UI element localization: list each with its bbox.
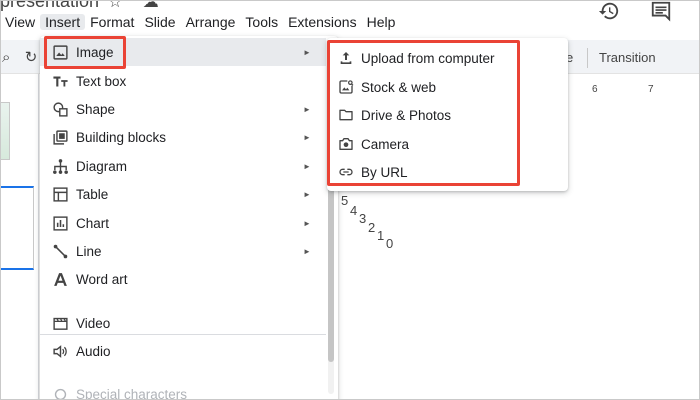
insert-menu: Image ► Text box Shape ► Building blocks… [40, 36, 338, 400]
text-box-icon [51, 72, 69, 90]
menu-tools[interactable]: Tools [240, 14, 283, 30]
menu-item-shape[interactable]: Shape ► [40, 95, 326, 123]
shape-icon [51, 100, 69, 118]
panel-divider [38, 74, 39, 400]
canvas-text: 5 [341, 193, 349, 208]
image-icon [51, 43, 69, 61]
chart-icon [51, 214, 69, 232]
menu-item-label: Line [76, 243, 102, 259]
document-title[interactable]: presentation [0, 0, 99, 12]
menu-item-line[interactable]: Line ► [40, 237, 326, 265]
title-icons: ☆ ☁ [108, 0, 175, 12]
menu-item-label: Special characters [76, 386, 188, 400]
diagram-icon [51, 157, 69, 175]
top-right-icons [598, 0, 672, 22]
star-icon[interactable]: ☆ [108, 0, 122, 11]
submenu-arrow-icon: ► [303, 132, 311, 142]
toolbar-separator [587, 48, 588, 68]
submenu-item-stock-web[interactable]: Stock & web [327, 73, 568, 101]
submenu-arrow-icon: ► [303, 161, 311, 171]
submenu-arrow-icon: ► [303, 104, 311, 114]
menu-item-table[interactable]: Table ► [40, 180, 326, 208]
menu-item-label: Diagram [76, 158, 128, 174]
submenu-arrow-icon: ► [303, 47, 311, 57]
submenu-item-by-url[interactable]: By URL [327, 158, 568, 186]
version-history-icon[interactable] [598, 0, 620, 22]
ruler-mark: 7 [648, 84, 654, 95]
menu-item-image[interactable]: Image ► [40, 38, 326, 66]
menu-arrange[interactable]: Arrange [181, 14, 241, 30]
menu-insert[interactable]: Insert [40, 14, 86, 30]
upload-icon [337, 49, 355, 67]
canvas-text: 3 [359, 211, 367, 226]
submenu-item-label: Drive & Photos [361, 107, 452, 123]
submenu-item-upload-from-computer[interactable]: Upload from computer [327, 44, 568, 72]
toolbar-left-icons: ⌕ ↻ [2, 48, 37, 66]
ruler-mark: 6 [592, 84, 598, 95]
menu-item-label: Text box [76, 73, 127, 89]
menu-item-video[interactable]: Video [40, 309, 326, 337]
menu-item-building-blocks[interactable]: Building blocks ► [40, 123, 326, 151]
table-icon [51, 185, 69, 203]
submenu-item-label: Stock & web [361, 79, 437, 95]
menu-format[interactable]: Format [85, 14, 139, 30]
submenu-item-drive-photos[interactable]: Drive & Photos [327, 101, 568, 129]
building-blocks-icon [51, 128, 69, 146]
menu-item-label: Chart [76, 215, 110, 231]
menu-item-label: Video [76, 315, 111, 331]
submenu-arrow-icon: ► [303, 246, 311, 256]
camera-icon [337, 135, 355, 153]
submenu-arrow-icon: ► [303, 189, 311, 199]
menu-item-special-characters[interactable]: Special characters [40, 380, 326, 400]
menu-item-chart[interactable]: Chart ► [40, 209, 326, 237]
line-icon [51, 242, 69, 260]
menu-item-diagram[interactable]: Diagram ► [40, 152, 326, 180]
link-icon [337, 163, 355, 181]
menu-item-label: Audio [76, 343, 111, 359]
menu-item-label: Table [76, 186, 109, 202]
menu-item-label: Building blocks [76, 129, 167, 145]
menu-item-audio[interactable]: Audio [40, 337, 326, 365]
stock-web-icon [337, 78, 355, 96]
menu-item-label: Word art [76, 271, 128, 287]
cloud-status-icon[interactable]: ☁ [143, 0, 159, 11]
canvas-text: 2 [368, 220, 376, 235]
submenu-item-camera[interactable]: Camera [327, 130, 568, 158]
menu-item-text-box[interactable]: Text box [40, 67, 326, 95]
menu-item-word-art[interactable]: Word art [40, 265, 326, 293]
special-characters-icon [51, 385, 69, 400]
menu-extensions[interactable]: Extensions [283, 14, 361, 30]
comments-icon[interactable] [650, 0, 672, 22]
menu-slide[interactable]: Slide [139, 14, 180, 30]
menu-help[interactable]: Help [362, 14, 401, 30]
folder-icon [337, 106, 355, 124]
slide-thumbnail-selected[interactable] [0, 186, 34, 270]
video-icon [51, 314, 69, 332]
menubar: View Insert Format Slide Arrange Tools E… [0, 12, 400, 32]
menu-view[interactable]: View [0, 14, 40, 30]
canvas-text: 0 [386, 236, 394, 251]
canvas-text: 4 [350, 203, 358, 218]
submenu-item-label: Upload from computer [361, 50, 495, 66]
search-menu-icon[interactable]: ⌕ [2, 49, 10, 66]
menu-item-label: Image [76, 44, 114, 60]
canvas-text: 1 [377, 228, 385, 243]
slide-thumbnail[interactable] [0, 102, 10, 160]
redo-icon[interactable]: ↻ [25, 49, 38, 66]
word-art-icon [51, 270, 69, 288]
submenu-arrow-icon: ► [303, 218, 311, 228]
menu-item-label: Shape [76, 101, 116, 117]
submenu-item-label: Camera [361, 136, 410, 152]
image-submenu: Upload from computer Stock & web Drive &… [327, 38, 568, 191]
transition-button[interactable]: Transition [599, 50, 656, 65]
audio-icon [51, 342, 69, 360]
submenu-item-label: By URL [361, 164, 408, 180]
